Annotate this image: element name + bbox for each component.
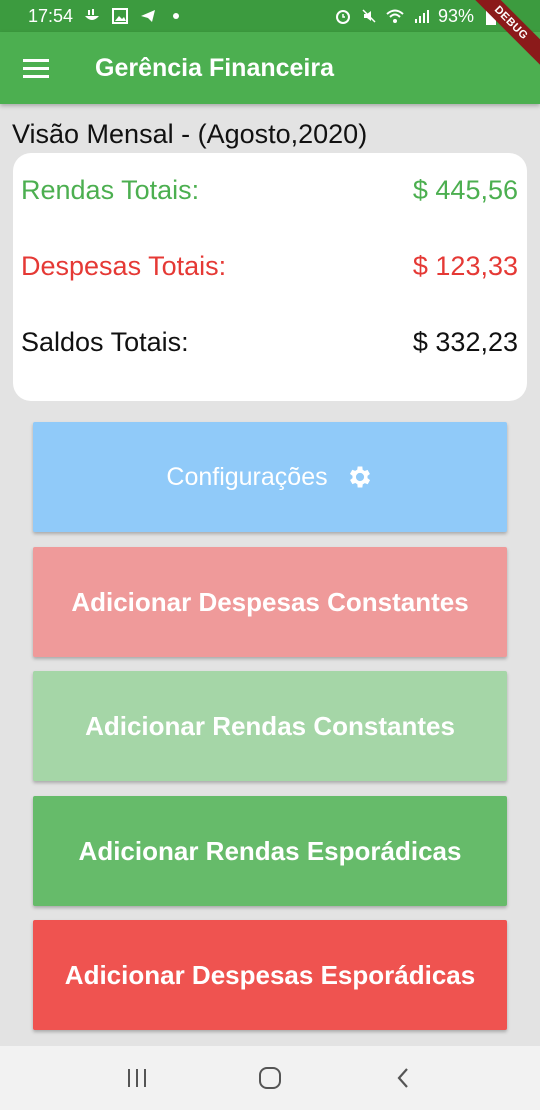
signal-icon (412, 7, 430, 25)
mute-icon (360, 7, 378, 25)
add-constant-expenses-label: Adicionar Despesas Constantes (71, 586, 469, 617)
expense-row: Despesas Totais: $ 123,33 (21, 246, 518, 286)
balance-value: $ 332,23 (412, 326, 518, 357)
add-sporadic-income-label: Adicionar Rendas Esporádicas (78, 835, 462, 866)
dot-icon (167, 7, 185, 25)
app-bar: Gerência Financeira (0, 32, 540, 104)
add-constant-expenses-button[interactable]: Adicionar Despesas Constantes (33, 547, 507, 657)
food-icon (83, 7, 101, 25)
back-icon (397, 1068, 409, 1088)
back-button[interactable] (373, 1048, 433, 1108)
income-label: Rendas Totais: (21, 174, 200, 205)
status-time: 17:54 (28, 5, 74, 26)
income-value: $ 445,56 (412, 174, 518, 205)
balance-label: Saldos Totais: (21, 326, 189, 357)
menu-button[interactable] (0, 32, 72, 104)
battery-percent: 93% (437, 5, 474, 26)
add-constant-income-button[interactable]: Adicionar Rendas Constantes (33, 671, 507, 781)
add-constant-income-label: Adicionar Rendas Constantes (85, 710, 455, 741)
status-left: 17:54 (28, 6, 185, 27)
status-bar: 17:54 93% (0, 0, 540, 32)
gear-icon (346, 463, 374, 491)
system-navigation-bar (0, 1046, 540, 1110)
app-title: Gerência Financeira (95, 53, 335, 82)
add-sporadic-income-button[interactable]: Adicionar Rendas Esporádicas (33, 796, 507, 906)
home-icon (258, 1067, 281, 1089)
settings-button-label: Configurações (166, 462, 328, 491)
recent-apps-button[interactable] (107, 1048, 167, 1108)
expense-value: $ 123,33 (412, 250, 518, 281)
expense-label: Despesas Totais: (21, 250, 227, 281)
alarm-icon (334, 7, 352, 25)
wifi-icon (386, 7, 404, 25)
monthly-overview-title: Visão Mensal - (Agosto,2020) (12, 119, 368, 149)
recent-apps-icon (127, 1069, 146, 1087)
settings-button[interactable]: Configurações (33, 422, 507, 532)
add-sporadic-expenses-button[interactable]: Adicionar Despesas Esporádicas (33, 920, 507, 1030)
balance-row: Saldos Totais: $ 332,23 (21, 322, 518, 362)
telegram-icon (139, 7, 157, 25)
gallery-icon (111, 7, 129, 25)
home-button[interactable] (240, 1048, 300, 1108)
hamburger-menu-icon (23, 59, 49, 78)
income-row: Rendas Totais: $ 445,56 (21, 170, 518, 210)
add-sporadic-expenses-label: Adicionar Despesas Esporádicas (64, 959, 476, 990)
